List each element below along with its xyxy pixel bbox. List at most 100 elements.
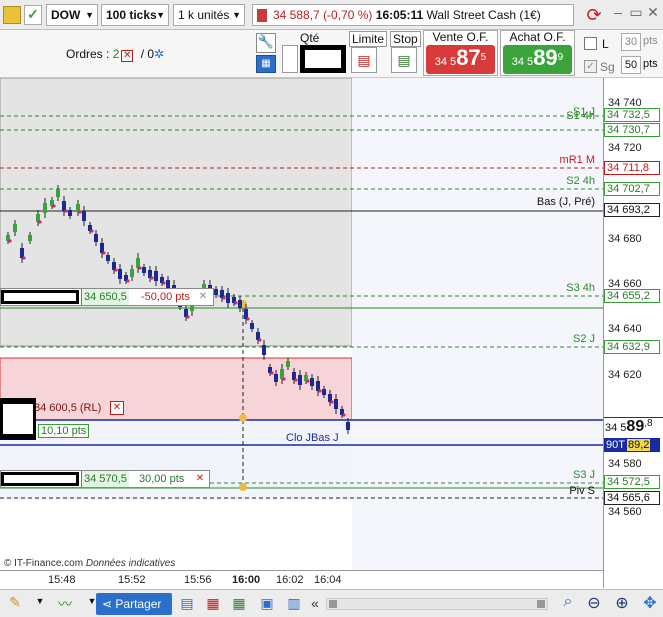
level-label-s3j: S3 J [572,469,595,481]
print-icon[interactable]: ▦ [204,595,222,612]
order-tag-stop[interactable]: 34 650,5 -50,00 pts ✕ [0,288,214,306]
tick-marker [114,268,118,272]
market-info: 34 588,7 (-0,70 %) 16:05:11 Wall Street … [252,4,574,26]
grid-menu-icon[interactable] [3,6,21,24]
stop-points-input[interactable]: 50 [621,56,641,74]
candle-body [286,361,290,367]
tick-marker [294,378,298,382]
candle-body [154,271,158,281]
checkmark-icon[interactable]: ✓ [24,5,42,25]
order-2-cancel-icon[interactable]: ✕ [110,401,124,415]
export-icon[interactable]: ▥ [285,595,303,612]
refresh-icon[interactable]: ⟳ [583,4,605,26]
level-value-s2-4h: 34 702,7 [604,182,660,196]
candle-body [43,203,47,213]
candle-body [280,369,284,379]
level-label-bas-j-pre: Bas (J, Pré) [536,196,595,208]
option-sg-checkbox[interactable]: ✓ [584,60,597,73]
units-select[interactable]: 1 k unités ▼ [173,4,245,26]
order-1-price: 34 650,5 [81,289,129,305]
y-tick: 34 560 [608,506,642,518]
tick-marker [330,400,334,404]
restore-icon[interactable]: ▭ [628,4,644,22]
orders-open-count[interactable]: 2 [113,47,120,61]
level-value-piv-s: 34 565,6 [604,491,660,505]
stop-points-unit: pts [643,58,658,70]
candle-body [334,399,338,409]
orders-summary: Ordres : 2 ✕ / 0✲ [66,47,164,62]
stop-label: Stop [390,31,421,47]
candle-body [130,269,134,277]
zoom-in-icon[interactable]: ⊕ [612,593,632,613]
order-tag-target[interactable]: 34 570,5 30,00 pts ✕ [0,470,210,488]
keyboard-icon[interactable]: ▦ [256,55,276,73]
candle-body [244,309,248,319]
order-tag-limit[interactable]: 34 600,5 (RL) ✕ 10,10 pts [0,398,130,442]
indicator-icon[interactable]: 〰 [52,594,78,614]
wrench-icon[interactable]: 🔧 [256,33,276,53]
order-1-cancel-icon[interactable]: ✕ [197,291,209,303]
chart-canvas[interactable] [0,78,603,588]
limit-points-input[interactable]: 30 [621,33,641,51]
level-value-s1j: 34 732,5 [604,108,660,122]
drawing-pen-icon[interactable]: ✎ [4,594,26,614]
qty-input[interactable] [282,45,298,73]
settings-icon[interactable]: ✥ [640,593,660,613]
tick-marker [270,371,274,375]
candle-body [316,381,320,391]
option-l-label: L [602,37,609,51]
price-axis[interactable]: 34 740 34 732,5 34 730,7 34 720 34 711,8… [603,78,663,588]
candle-body [322,389,326,395]
zoom-fit-icon[interactable]: ⌕ [558,593,578,611]
order-panel: Ordres : 2 ✕ / 0✲ 🔧 ▦ Qté Limite ▤ Stop ▤… [0,30,663,78]
level-value-s3-4h: 34 655,2 [604,289,660,303]
redacted-box-3 [1,472,79,486]
level-value-s3j: 34 572,5 [604,475,660,489]
option-l-checkbox[interactable] [584,37,597,50]
limit-order-button[interactable]: ▤ [351,47,377,73]
minimize-icon[interactable]: – [610,4,626,22]
buy-button[interactable]: Achat O.F. 34 5899 [500,30,575,76]
stop-order-button[interactable]: ▤ [391,47,417,73]
cancel-orders-icon[interactable]: ✕ [121,50,134,62]
sell-label: Vente O.F. [432,30,489,44]
candle-body [262,345,266,355]
candle-body [56,189,60,197]
level-label-s2-4h: S2 4h [566,175,595,187]
buy-label: Achat O.F. [509,30,566,44]
share-icon: ⋖ [102,597,113,611]
sell-button[interactable]: Vente O.F. 34 5875 [423,30,498,76]
level-value-mr1m: 34 711,8 [604,161,660,175]
share-button[interactable]: ⋖ Partager [96,593,172,615]
candle-body [226,293,230,303]
option-sg-label: Sg [600,60,615,74]
instrument-select[interactable]: DOW ▼ [46,4,98,26]
tick-marker [246,317,250,321]
scrollbar-handle-end[interactable] [537,600,545,608]
tick-marker [52,204,56,208]
price-chart[interactable]: S1 J S1 4h mR1 M S2 4h Bas (J, Pré) S3 4… [0,78,603,588]
y-tick: 34 680 [608,233,642,245]
scrollbar-handle[interactable] [329,600,337,608]
tick-marker [138,266,142,270]
screen-icon[interactable]: ▤ [178,595,196,612]
ticks-select[interactable]: 100 ticks ▼ [101,4,169,26]
candle-body [13,224,17,232]
gears-icon[interactable]: ✲ [154,47,164,61]
y-tick: 34 620 [608,369,642,381]
table-icon[interactable]: ▦ [230,595,248,612]
scroll-left-icon[interactable]: « [308,595,322,611]
tick-marker [38,220,42,224]
horizontal-scrollbar[interactable] [326,598,548,610]
candle-body [62,201,66,211]
tick-marker [162,281,166,285]
top-toolbar: ✓ DOW ▼ 100 ticks ▼ 1 k unités ▼ 34 588,7 (… [0,0,663,30]
time-axis[interactable]: 15:48 15:52 15:56 16:00 16:02 16:04 [0,570,603,588]
close-icon[interactable]: ✕ [645,4,661,22]
level-value-s1-4h: 34 730,7 [604,123,660,137]
zoom-out-icon[interactable]: ⊖ [584,593,604,613]
order-3-cancel-icon[interactable]: ✕ [193,472,207,486]
chevron-down-icon[interactable]: ▼ [34,596,46,606]
compare-icon[interactable]: ▣ [258,595,276,612]
order-3-price: 34 570,5 [81,471,129,487]
